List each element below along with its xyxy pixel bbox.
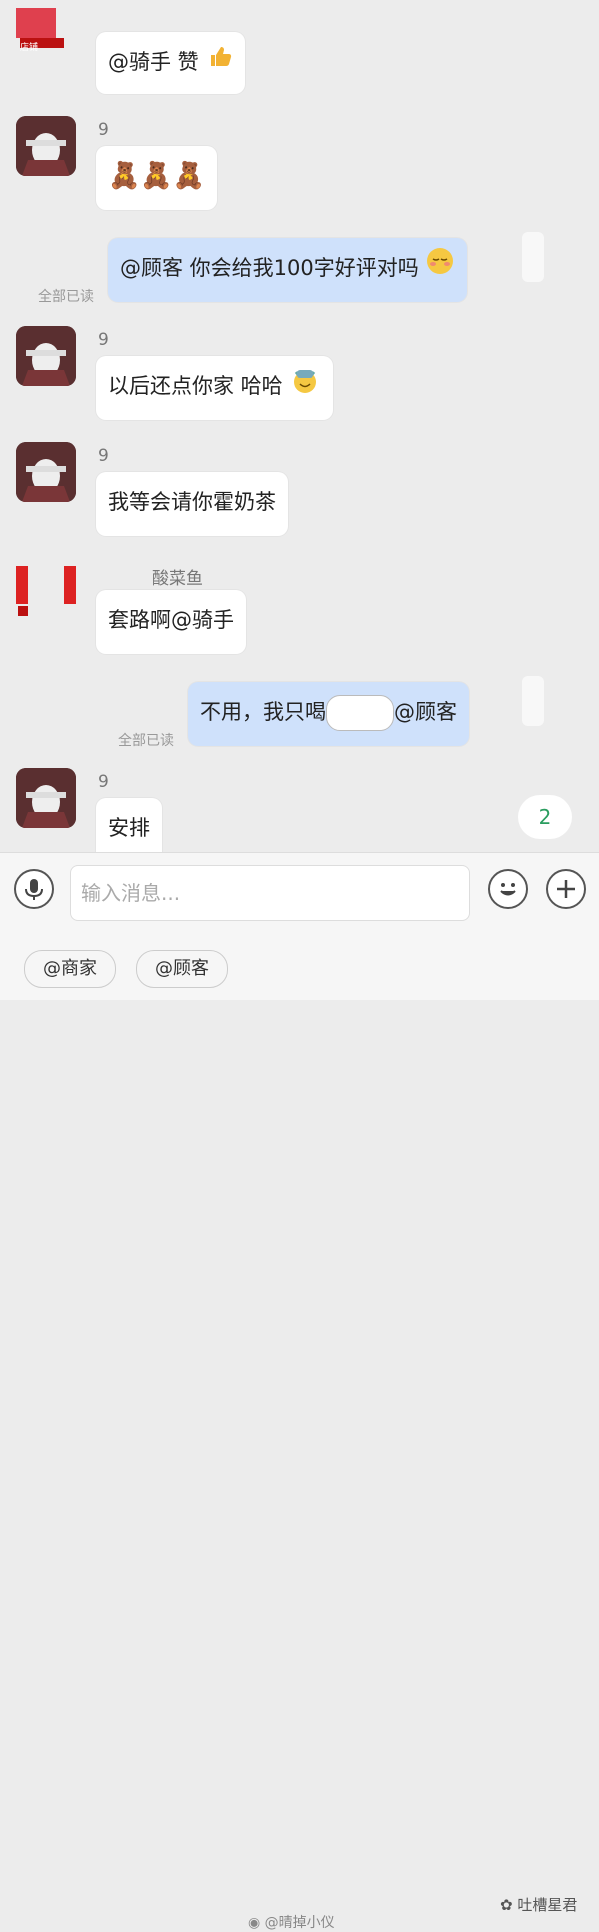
message-text: 不用，我只喝 bbox=[200, 700, 326, 724]
more-button[interactable] bbox=[546, 869, 586, 909]
message-text: @骑手 赞 bbox=[108, 50, 199, 74]
message-bubble[interactable]: 🧸🧸🧸 bbox=[96, 146, 218, 210]
message-input-box[interactable] bbox=[70, 865, 471, 921]
avatar-user[interactable] bbox=[16, 116, 76, 176]
wechat-watermark: ✿ 吐槽星君 bbox=[500, 1894, 577, 1915]
sender-name: 9 bbox=[98, 120, 109, 140]
message-text: 套路啊@骑手 bbox=[108, 608, 234, 632]
bear-sticker-icon: 🧸🧸🧸 bbox=[108, 161, 206, 191]
mention-bar: @商家 @顾客 ◉ @晴掉小仪 ✿ 吐槽星君 bbox=[0, 934, 599, 1931]
avatar-user[interactable] bbox=[16, 326, 76, 386]
laughing-cat-icon bbox=[289, 357, 321, 417]
message-input[interactable] bbox=[71, 866, 471, 920]
read-receipt: 全部已读 bbox=[38, 289, 94, 305]
sender-name: 9 bbox=[98, 446, 109, 466]
message-bubble[interactable]: 以后还点你家 哈哈 bbox=[96, 356, 334, 420]
redacted-scribble bbox=[326, 695, 394, 731]
message-bubble-own[interactable]: @顾客 你会给我100字好评对吗 bbox=[108, 238, 468, 302]
message-text: @顾客 bbox=[394, 700, 457, 724]
plus-icon bbox=[557, 880, 575, 898]
own-avatar-blur bbox=[522, 232, 544, 282]
svg-text:店铺: 店铺 bbox=[20, 41, 38, 53]
smile-face-icon bbox=[500, 883, 516, 896]
voice-button[interactable] bbox=[14, 869, 54, 909]
sender-name: 9 bbox=[98, 330, 109, 350]
read-receipt: 全部已读 bbox=[118, 733, 174, 749]
message-text: 我等会请你霍奶茶 bbox=[108, 490, 276, 514]
wechat-watermark-text: 吐槽星君 bbox=[517, 1896, 578, 1914]
avatar-shop[interactable] bbox=[16, 562, 76, 622]
avatar-user[interactable] bbox=[16, 442, 76, 502]
weibo-icon: ◉ bbox=[248, 1915, 261, 1931]
chat-area[interactable]: 店铺 @骑手 赞 9 🧸🧸🧸 全部已读 @顾客 你会给我100字好评对吗 9 以… bbox=[0, 0, 599, 852]
emoji-button[interactable] bbox=[488, 869, 528, 909]
mention-customer-chip[interactable]: @顾客 bbox=[136, 950, 228, 988]
message-text: @顾客 你会给我100字好评对吗 bbox=[120, 256, 419, 280]
sender-name: 酸菜鱼 bbox=[152, 569, 203, 589]
unread-count-badge[interactable]: 2 bbox=[518, 795, 572, 839]
avatar-shop[interactable]: 店铺 bbox=[16, 0, 76, 58]
shy-face-icon bbox=[425, 239, 455, 299]
avatar-user[interactable] bbox=[16, 768, 76, 828]
message-text: 以后还点你家 哈哈 bbox=[108, 374, 283, 398]
thumbs-up-icon bbox=[205, 33, 233, 93]
message-bubble[interactable]: @骑手 赞 bbox=[96, 32, 246, 94]
sender-name: 9 bbox=[98, 772, 109, 792]
mention-merchant-chip[interactable]: @商家 bbox=[24, 950, 116, 988]
message-bubble-own[interactable]: 不用，我只喝 @顾客 bbox=[188, 682, 469, 746]
message-bubble[interactable]: 套路啊@骑手 bbox=[96, 590, 246, 654]
weibo-watermark-text: @晴掉小仪 bbox=[264, 1915, 335, 1931]
message-text: 安排 bbox=[108, 816, 150, 840]
message-bubble[interactable]: 安排 bbox=[96, 798, 162, 852]
microphone-icon bbox=[25, 879, 43, 900]
weibo-watermark: ◉ @晴掉小仪 bbox=[248, 1912, 335, 1932]
message-bubble[interactable]: 我等会请你霍奶茶 bbox=[96, 472, 288, 536]
wechat-icon: ✿ bbox=[500, 1896, 513, 1914]
own-avatar-blur bbox=[522, 676, 544, 726]
input-bar bbox=[0, 852, 599, 935]
